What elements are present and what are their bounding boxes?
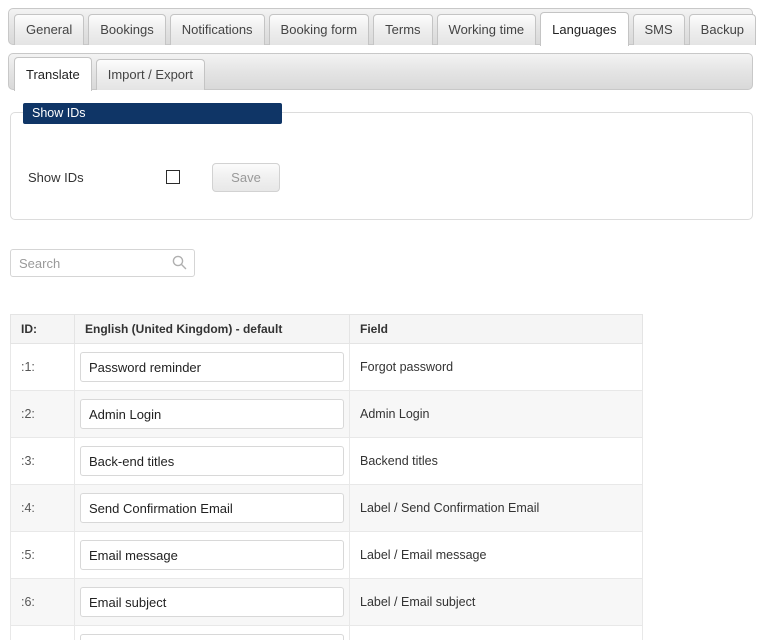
row-field-cell: Label / Email message <box>349 531 643 579</box>
translation-input[interactable] <box>80 446 344 476</box>
translation-input[interactable] <box>80 634 344 640</box>
row-id-cell: :7: <box>10 625 75 640</box>
tab-terms[interactable]: Terms <box>373 14 433 45</box>
show-ids-legend: Show IDs <box>23 103 282 124</box>
row-field-cell: Label / Send Confirmation Email <box>349 484 643 532</box>
tab-general[interactable]: General <box>14 14 85 45</box>
secondary-tab-bar: Translate Import / Export <box>8 53 753 91</box>
show-ids-label: Show IDs <box>28 169 84 185</box>
row-translation-cell <box>74 343 350 391</box>
tab-backup[interactable]: Backup <box>688 14 757 45</box>
row-id-cell: :2: <box>10 390 75 438</box>
subtab-import-export[interactable]: Import / Export <box>95 59 205 90</box>
row-field-cell: Backend titles <box>349 437 643 485</box>
tab-working-time[interactable]: Working time <box>436 14 537 45</box>
settings-page: General Bookings Notifications Booking form… <box>0 0 760 640</box>
column-header-english: English (United Kingdom) - default <box>74 314 350 344</box>
translation-input[interactable] <box>80 352 344 382</box>
table-row: :1: Forgot password <box>10 343 643 391</box>
tab-languages[interactable]: Languages <box>540 12 629 46</box>
show-ids-row: Show IDs Save <box>11 160 752 194</box>
tab-sms[interactable]: SMS <box>632 14 685 45</box>
translation-input[interactable] <box>80 587 344 617</box>
search-input[interactable] <box>10 249 195 277</box>
row-translation-cell <box>74 625 350 640</box>
tab-booking-form[interactable]: Booking form <box>268 14 370 45</box>
row-translation-cell <box>74 484 350 532</box>
show-ids-panel: Show IDs Show IDs Save <box>10 103 753 220</box>
row-translation-cell <box>74 578 350 626</box>
table-row: :2: Admin Login <box>10 390 643 438</box>
row-id-cell: :1: <box>10 343 75 391</box>
table-row: :6: Label / Email subject <box>10 578 643 626</box>
tab-notifications[interactable]: Notifications <box>169 14 265 45</box>
search-box <box>10 249 195 277</box>
translation-input[interactable] <box>80 399 344 429</box>
translation-input[interactable] <box>80 493 344 523</box>
primary-tab-bar: General Bookings Notifications Booking form… <box>8 8 757 46</box>
translations-table: ID: English (United Kingdom) - default F… <box>10 314 643 640</box>
translation-input[interactable] <box>80 540 344 570</box>
row-field-cell: Admin Login <box>349 390 643 438</box>
row-translation-cell <box>74 390 350 438</box>
show-ids-checkbox[interactable] <box>166 170 180 184</box>
column-header-id: ID: <box>10 314 75 344</box>
column-header-field: Field <box>349 314 643 344</box>
tab-bookings[interactable]: Bookings <box>88 14 166 45</box>
table-row: :7: <box>10 625 643 640</box>
row-id-cell: :5: <box>10 531 75 579</box>
table-header-row: ID: English (United Kingdom) - default F… <box>10 314 643 344</box>
row-id-cell: :4: <box>10 484 75 532</box>
row-field-cell <box>349 625 643 640</box>
row-id-cell: :6: <box>10 578 75 626</box>
save-button[interactable]: Save <box>212 162 280 192</box>
row-translation-cell <box>74 531 350 579</box>
row-id-cell: :3: <box>10 437 75 485</box>
subtab-translate[interactable]: Translate <box>14 57 92 91</box>
row-field-cell: Forgot password <box>349 343 643 391</box>
row-field-cell: Label / Email subject <box>349 578 643 626</box>
row-translation-cell <box>74 437 350 485</box>
table-row: :4: Label / Send Confirmation Email <box>10 484 643 532</box>
table-row: :5: Label / Email message <box>10 531 643 579</box>
table-row: :3: Backend titles <box>10 437 643 485</box>
